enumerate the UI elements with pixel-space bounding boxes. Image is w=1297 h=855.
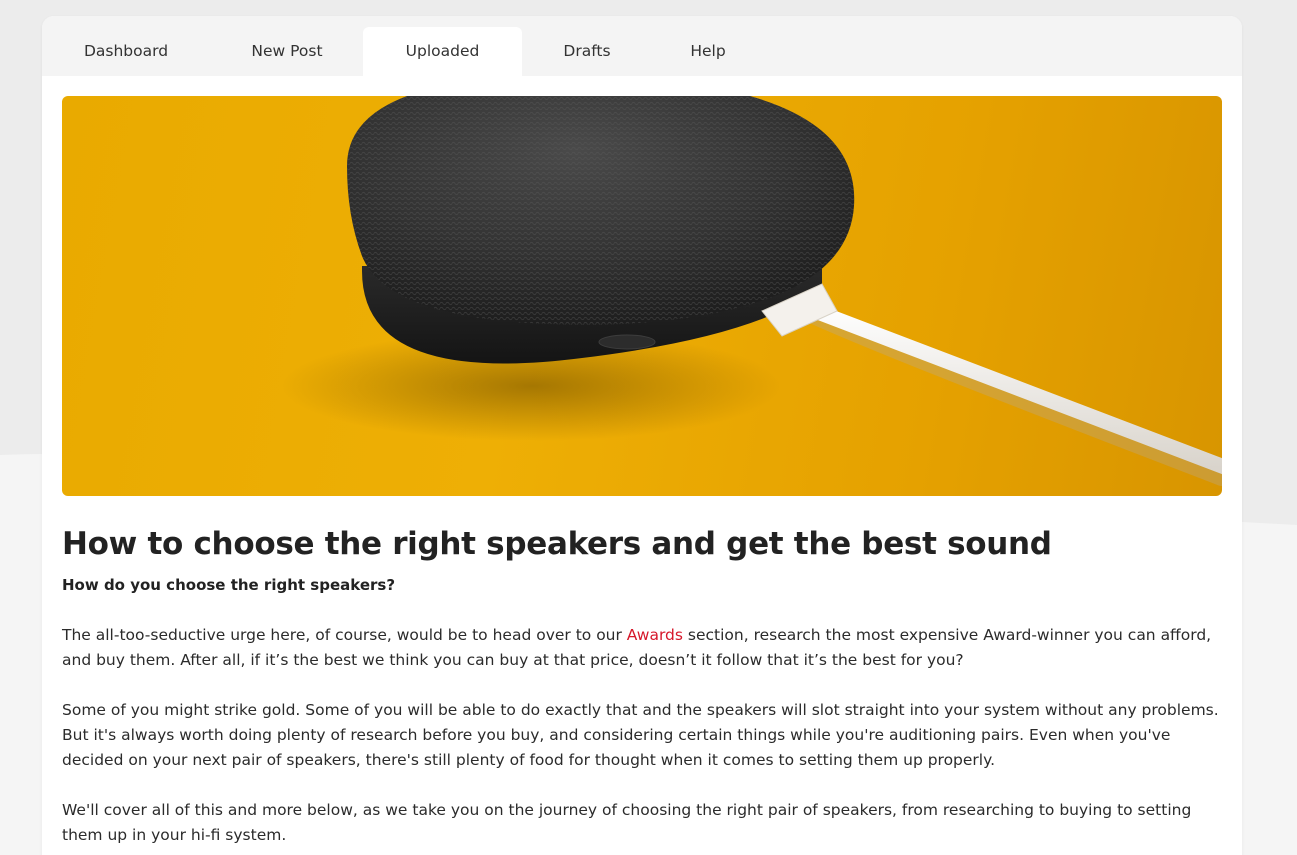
tab-drafts[interactable]: Drafts xyxy=(542,27,632,76)
hero-image xyxy=(62,96,1222,496)
article-paragraph: Some of you might strike gold. Some of y… xyxy=(62,701,1219,769)
article-paragraph: The all-too-seductive urge here, of cour… xyxy=(62,623,1222,673)
article-title: How to choose the right speakers and get… xyxy=(62,526,1052,562)
article-subtitle: How do you choose the right speakers? xyxy=(62,576,396,594)
tab-new-post[interactable]: New Post xyxy=(232,27,342,76)
main-card: Dashboard New Post Uploaded Drafts Help xyxy=(42,16,1242,855)
tab-help[interactable]: Help xyxy=(672,27,744,76)
tab-dashboard[interactable]: Dashboard xyxy=(62,27,190,76)
paragraph-text: The all-too-seductive urge here, of cour… xyxy=(62,626,627,644)
tab-bar: Dashboard New Post Uploaded Drafts Help xyxy=(42,16,1242,76)
awards-link[interactable]: Awards xyxy=(627,626,683,644)
article-paragraph: We'll cover all of this and more below, … xyxy=(62,801,1192,844)
tab-uploaded[interactable]: Uploaded xyxy=(363,27,522,76)
